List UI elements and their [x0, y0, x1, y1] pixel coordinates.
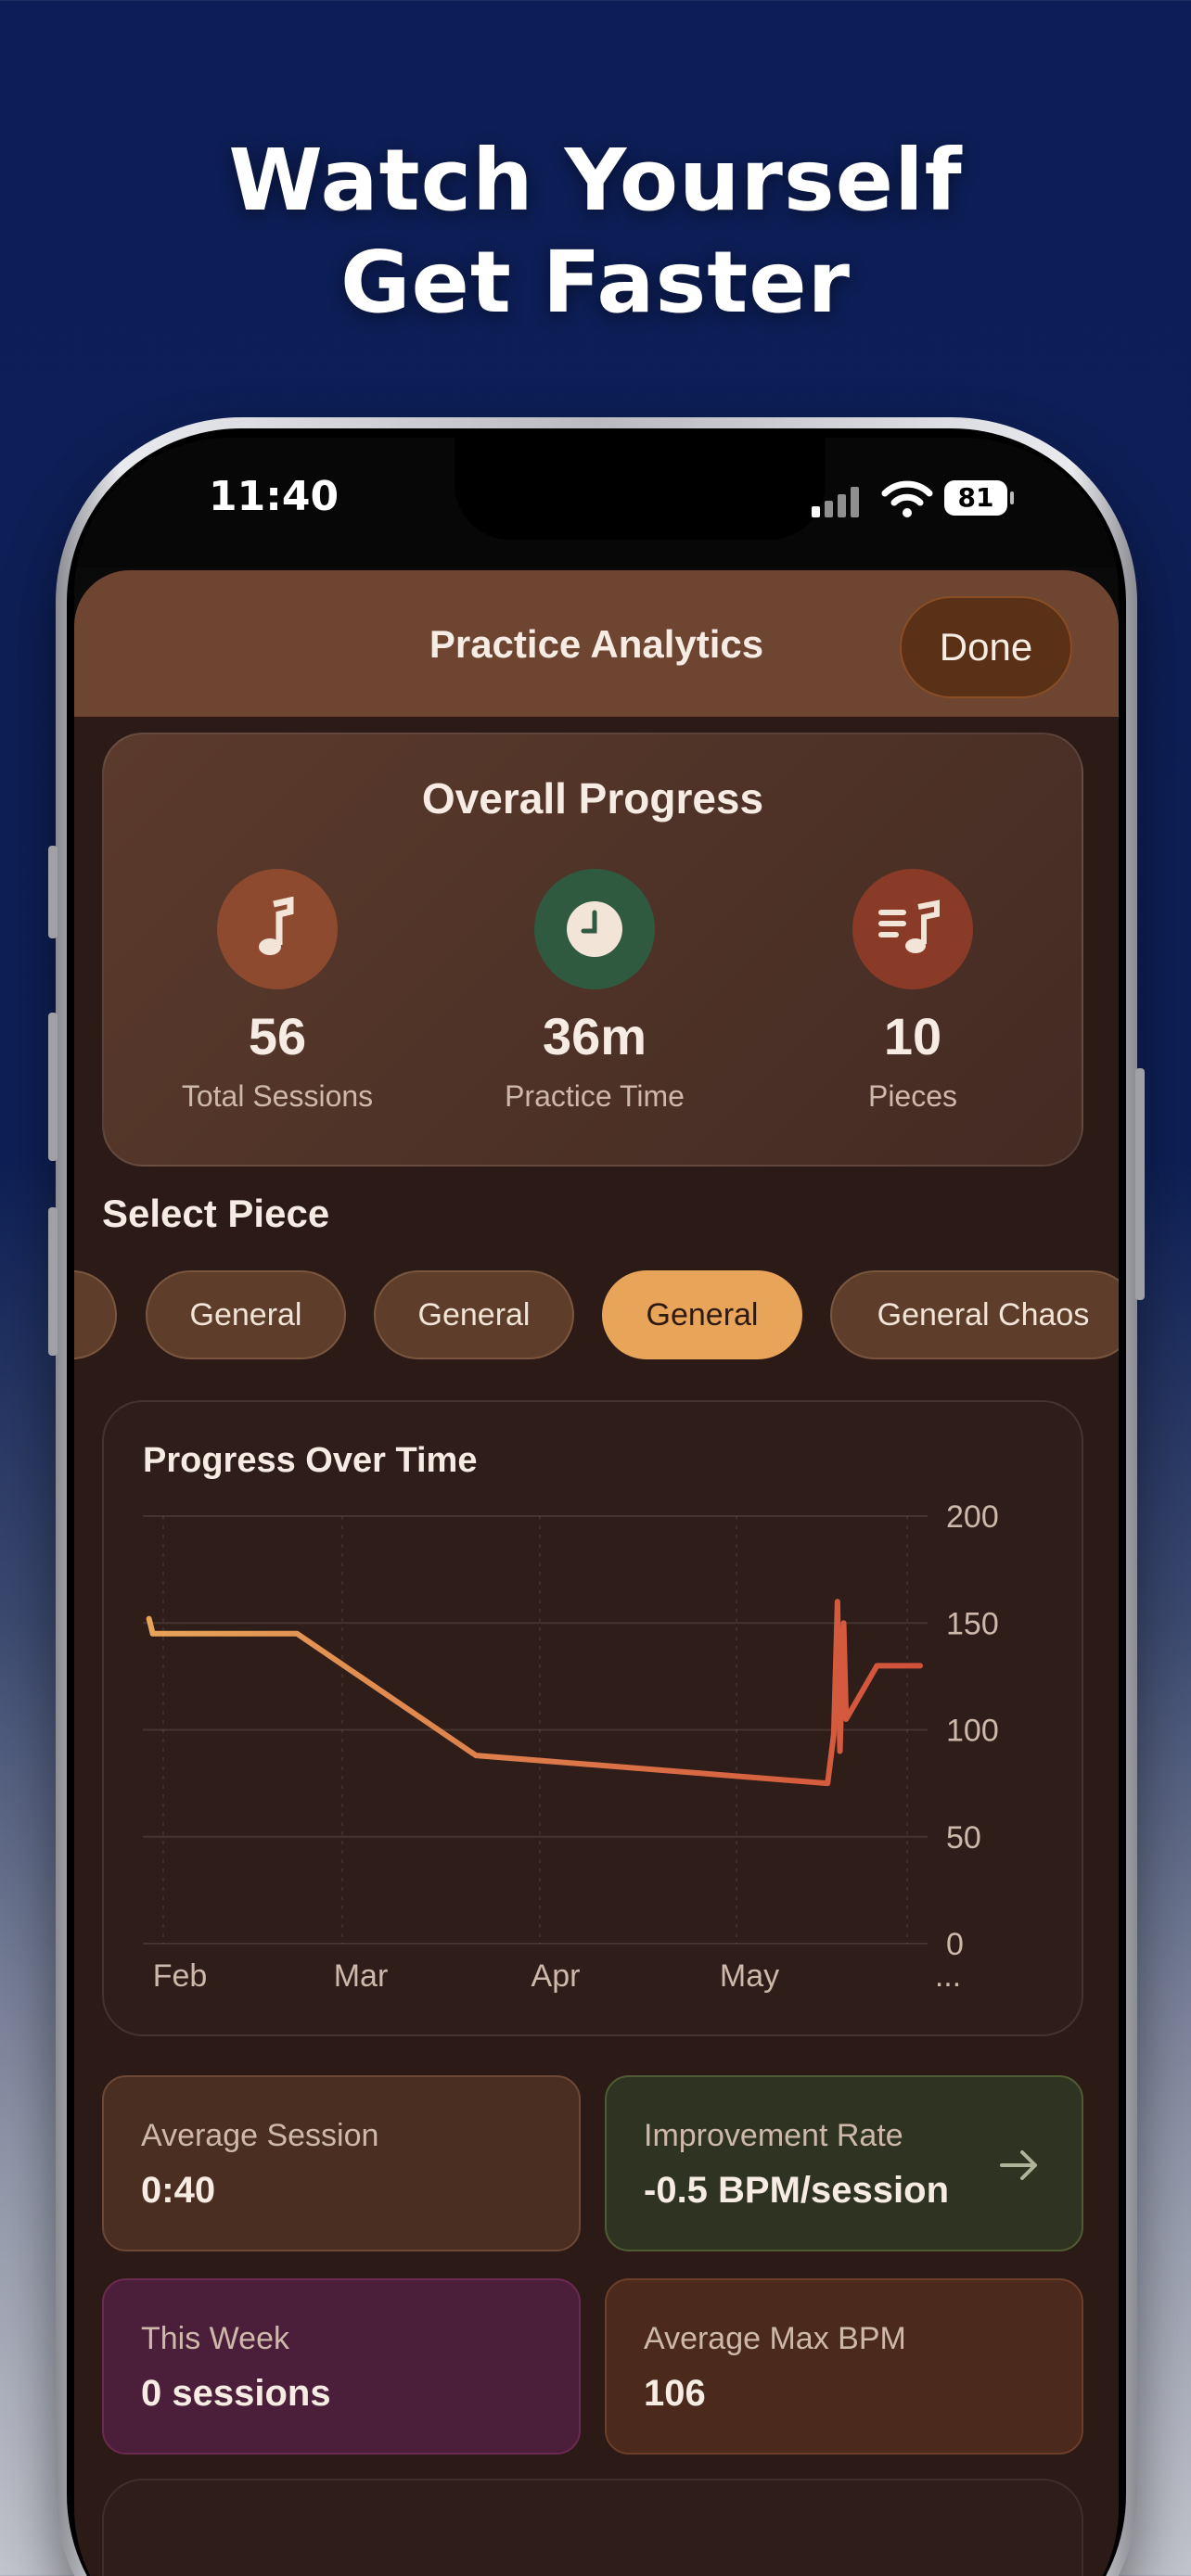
- promo-line-1: Watch Yourself: [228, 131, 963, 230]
- stat-label: Practice Time: [505, 1079, 685, 1113]
- done-button[interactable]: Done: [900, 596, 1072, 698]
- piece-chip-partial[interactable]: [74, 1270, 117, 1359]
- metric-label: Average Max BPM: [644, 2321, 906, 2356]
- overall-progress-title: Overall Progress: [421, 774, 764, 823]
- x-tick-label: Feb: [153, 1958, 208, 1994]
- stat-value: 10: [883, 1007, 942, 1065]
- side-button-power: [1135, 1068, 1145, 1300]
- stat-total-sessions: 56 Total Sessions: [157, 869, 398, 1114]
- progress-line-chart: 200 150 100 50 0 Feb Mar Apr May...: [143, 1499, 999, 1994]
- y-tick-label: 50: [946, 1820, 981, 1855]
- piece-chip-selected[interactable]: General: [602, 1270, 802, 1359]
- piece-chip[interactable]: General: [374, 1270, 574, 1359]
- promo-headline: Watch Yourself Get Faster: [0, 130, 1191, 334]
- stat-value: 36m: [542, 1007, 647, 1065]
- promo-line-2: Get Faster: [340, 233, 851, 332]
- metric-this-week: This Week 0 sessions: [102, 2278, 581, 2455]
- y-tick-label: 200: [946, 1499, 999, 1535]
- piece-chip[interactable]: General Chaos: [830, 1270, 1119, 1359]
- side-button-volume-down: [48, 1207, 58, 1356]
- side-button-volume-up: [48, 1013, 58, 1161]
- cellular-signal-icon: [812, 486, 867, 517]
- metric-label: Average Session: [141, 2118, 379, 2153]
- metric-improvement-rate[interactable]: Improvement Rate -0.5 BPM/session: [605, 2075, 1083, 2251]
- metric-value: -0.5 BPM/session: [644, 2170, 950, 2211]
- x-tick-label: Mar: [334, 1958, 389, 1994]
- wifi-icon: [881, 480, 933, 517]
- y-tick-label: 0: [946, 1927, 964, 1962]
- next-card-partial: [102, 2479, 1083, 2576]
- metric-value: 106: [644, 2373, 706, 2414]
- clock-icon: [534, 869, 655, 989]
- music-note-icon: [217, 869, 338, 989]
- music-list-icon: [852, 869, 973, 989]
- progress-chart-card: Progress Over Time 200 150 100 50 0 Feb Mar Apr…: [102, 1400, 1083, 2036]
- stat-practice-time: 36m Practice Time: [474, 869, 715, 1114]
- series-line: [146, 1599, 923, 1787]
- analytics-sheet: Practice Analytics Done Overall Progress…: [74, 570, 1119, 2576]
- battery-indicator: 81: [944, 480, 1014, 516]
- stat-label: Pieces: [867, 1079, 958, 1113]
- phone-screen: 11:40 81 Practice Analytics Done Overall…: [74, 438, 1119, 2576]
- metric-label: Improvement Rate: [644, 2118, 903, 2153]
- stat-label: Total Sessions: [181, 1079, 374, 1113]
- metric-label: This Week: [141, 2321, 289, 2356]
- y-tick-label: 150: [946, 1606, 999, 1641]
- piece-chip[interactable]: General: [146, 1270, 346, 1359]
- metric-average-max-bpm: Average Max BPM 106: [605, 2278, 1083, 2455]
- x-tick-label: May: [720, 1958, 779, 1994]
- stat-pieces: 10 Pieces: [792, 869, 1033, 1114]
- metric-value: 0:40: [141, 2170, 216, 2211]
- status-time: 11:40: [209, 473, 339, 520]
- nav-bar: Practice Analytics Done: [74, 570, 1119, 717]
- x-tick-label: Apr: [531, 1958, 581, 1994]
- select-piece-label: Select Piece: [102, 1192, 330, 1235]
- dynamic-island: [455, 438, 826, 540]
- overall-progress-card: Overall Progress 56 Total Sessions 36m P…: [102, 733, 1083, 1167]
- piece-chip-row: General General General General Chaos: [74, 1270, 1119, 1363]
- x-tick-label: ...: [935, 1958, 961, 1994]
- stat-value: 56: [248, 1007, 307, 1065]
- metric-value: 0 sessions: [141, 2373, 331, 2414]
- arrow-right-icon: [1000, 2150, 1037, 2180]
- status-bar: 11:40 81: [74, 438, 1119, 567]
- metric-average-session: Average Session 0:40: [102, 2075, 581, 2251]
- side-button-mute: [48, 846, 58, 938]
- y-tick-label: 100: [946, 1714, 999, 1749]
